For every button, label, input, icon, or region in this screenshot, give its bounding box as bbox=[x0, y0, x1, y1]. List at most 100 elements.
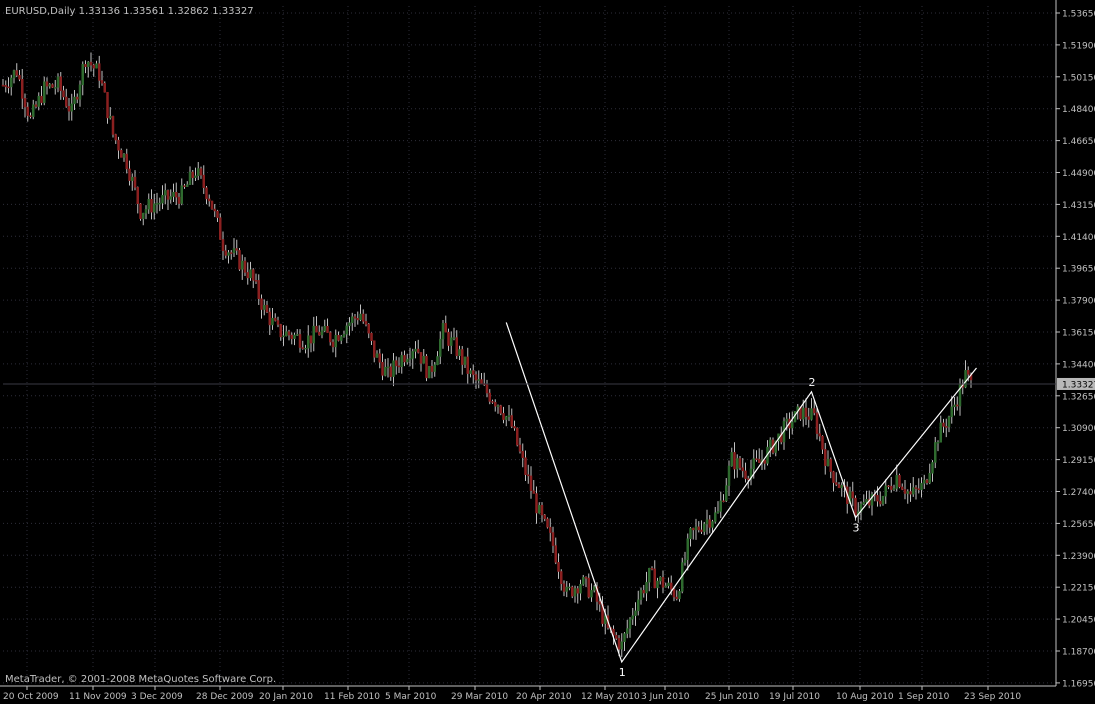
candle-bullish bbox=[714, 512, 717, 522]
candle-bullish bbox=[719, 500, 722, 512]
candle-bearish bbox=[763, 459, 766, 464]
candle-bullish bbox=[623, 633, 626, 642]
candle-bullish bbox=[686, 538, 689, 561]
candle-bearish bbox=[230, 252, 233, 254]
candle-bearish bbox=[617, 638, 621, 650]
candle-bullish bbox=[683, 559, 687, 563]
candle-bearish bbox=[535, 493, 538, 514]
candle-bearish bbox=[287, 331, 291, 336]
candle-bearish bbox=[480, 379, 483, 384]
candle-bearish bbox=[587, 577, 590, 598]
candle-bearish bbox=[672, 588, 676, 598]
candle-bullish bbox=[342, 333, 346, 337]
candle-bullish bbox=[122, 153, 126, 158]
candle-bullish bbox=[232, 248, 236, 254]
candle-bullish bbox=[411, 351, 414, 359]
candle-bearish bbox=[98, 63, 101, 81]
candle-bullish bbox=[386, 366, 390, 369]
candle-bearish bbox=[309, 335, 313, 344]
candle-bearish bbox=[117, 139, 120, 151]
candle-bullish bbox=[307, 335, 310, 349]
candle-bullish bbox=[400, 355, 403, 368]
x-tick-label: 11 Nov 2009 bbox=[69, 692, 127, 702]
candle-bearish bbox=[851, 491, 854, 499]
candle-bullish bbox=[716, 511, 720, 513]
pattern-point-label: 3 bbox=[853, 522, 860, 535]
candle-bearish bbox=[447, 331, 450, 346]
candle-bullish bbox=[810, 408, 813, 420]
candle-bullish bbox=[785, 418, 788, 422]
x-tick-label: 23 Sep 2010 bbox=[964, 692, 1021, 702]
candle-bearish bbox=[301, 347, 304, 349]
x-tick-label: 20 Jan 2010 bbox=[259, 692, 313, 702]
candle-bearish bbox=[1, 84, 5, 87]
candle-bearish bbox=[202, 174, 205, 188]
candle-bullish bbox=[153, 203, 156, 213]
y-tick-label: 1.44900 bbox=[1062, 169, 1095, 179]
y-tick-label: 1.39650 bbox=[1062, 265, 1095, 275]
candle-bearish bbox=[276, 320, 280, 325]
candle-bullish bbox=[912, 487, 915, 495]
candle-bearish bbox=[532, 490, 535, 494]
candle-bearish bbox=[584, 577, 588, 579]
candle-bearish bbox=[562, 583, 566, 592]
candle-bullish bbox=[703, 523, 706, 532]
candle-bearish bbox=[494, 402, 497, 407]
candle-bearish bbox=[221, 239, 225, 251]
candle-bullish bbox=[469, 370, 472, 374]
candlestick-chart[interactable]: 1 2 3 1.53650 1.51900 1.50150 1.48400 1.46650 1… bbox=[0, 0, 1095, 704]
candle-bullish bbox=[678, 591, 681, 600]
candle-bearish bbox=[887, 485, 890, 488]
candle-bullish bbox=[450, 337, 453, 346]
candle-bullish bbox=[164, 190, 167, 196]
candle-bearish bbox=[890, 485, 893, 490]
candle-bullish bbox=[648, 567, 651, 583]
candle-bullish bbox=[634, 610, 637, 616]
candle-bullish bbox=[865, 498, 868, 503]
candle-bearish bbox=[747, 478, 750, 480]
x-tick-label: 29 Mar 2010 bbox=[451, 692, 508, 702]
candle-bearish bbox=[455, 337, 458, 356]
candle-bullish bbox=[37, 95, 40, 107]
candle-bearish bbox=[824, 449, 827, 466]
candle-bullish bbox=[320, 330, 324, 336]
candle-bullish bbox=[862, 502, 865, 505]
candle-bearish bbox=[546, 518, 549, 528]
candle-bearish bbox=[821, 435, 824, 450]
candle-bullish bbox=[950, 406, 953, 418]
candle-bearish bbox=[598, 601, 601, 605]
candle-bullish bbox=[639, 590, 643, 601]
candle-bearish bbox=[557, 562, 560, 572]
candle-bearish bbox=[238, 250, 241, 270]
candle-bearish bbox=[89, 61, 93, 66]
candle-bullish bbox=[95, 63, 98, 69]
candle-bullish bbox=[730, 452, 733, 467]
candle-bullish bbox=[334, 335, 337, 348]
candle-bullish bbox=[296, 334, 299, 336]
candle-bullish bbox=[48, 84, 51, 87]
candle-bearish bbox=[397, 365, 401, 368]
candle-bullish bbox=[158, 202, 161, 205]
candle-bullish bbox=[659, 577, 662, 582]
candle-bullish bbox=[54, 87, 57, 89]
x-tick-label: 20 Oct 2009 bbox=[3, 692, 59, 702]
candle-bearish bbox=[697, 526, 700, 531]
candle-bullish bbox=[568, 586, 571, 589]
candle-bearish bbox=[708, 519, 711, 528]
candle-bearish bbox=[675, 596, 678, 600]
candle-bearish bbox=[7, 86, 10, 89]
candle-bearish bbox=[518, 444, 522, 452]
candle-bullish bbox=[406, 359, 409, 363]
y-tick-label: 1.30900 bbox=[1062, 424, 1095, 434]
candle-bearish bbox=[65, 96, 68, 107]
candle-bearish bbox=[326, 325, 329, 333]
y-tick-label: 1.22150 bbox=[1062, 584, 1095, 594]
candle-bullish bbox=[384, 367, 387, 376]
candle-bullish bbox=[241, 260, 244, 270]
candle-bearish bbox=[554, 545, 557, 563]
candle-bullish bbox=[884, 485, 887, 497]
candle-bearish bbox=[903, 489, 907, 494]
candle-bearish bbox=[257, 280, 260, 299]
candle-bullish bbox=[197, 168, 200, 177]
candle-bullish bbox=[282, 335, 285, 338]
